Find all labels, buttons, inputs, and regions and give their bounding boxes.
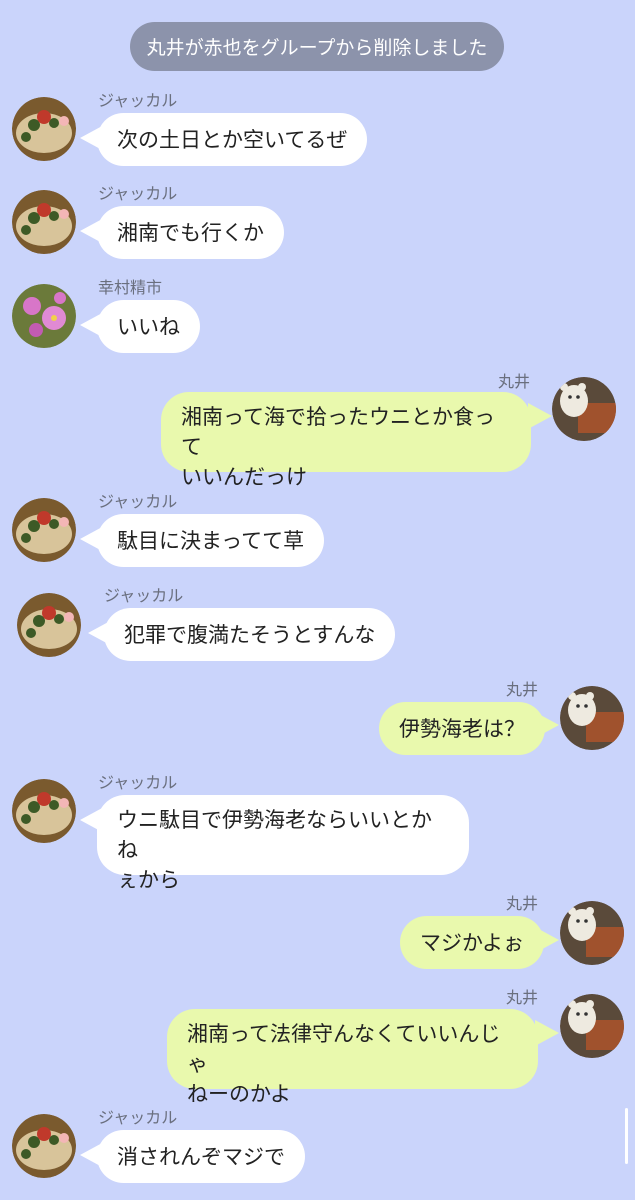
- message-bubble[interactable]: ウニ駄目で伊勢海老ならいいとかね ぇから: [97, 795, 469, 892]
- bubble-tail: [528, 403, 552, 429]
- message-bubble[interactable]: 湘南って海で拾ったウニとか食って いいんだっけ: [161, 392, 531, 489]
- sender-name: ジャッカル: [98, 91, 178, 110]
- message-bubble[interactable]: 湘南って法律守んなくていいんじゃ ねーのかよ: [167, 1009, 538, 1106]
- avatar[interactable]: [12, 779, 76, 843]
- message-bubble[interactable]: 消されんぞマジで: [97, 1130, 305, 1183]
- avatar[interactable]: [560, 901, 624, 965]
- sender-name: 丸井: [498, 372, 531, 391]
- sender-name: 幸村精市: [98, 278, 163, 297]
- message-bubble[interactable]: いいね: [97, 300, 200, 353]
- bubble-tail: [535, 1020, 559, 1046]
- avatar[interactable]: [560, 994, 624, 1058]
- avatar[interactable]: [12, 190, 76, 254]
- message-bubble[interactable]: 犯罪で腹満たそうとすんな: [104, 608, 396, 661]
- sender-name: 丸井: [506, 894, 539, 913]
- system-message: 丸井が赤也をグループから削除しました: [130, 22, 504, 71]
- avatar[interactable]: [12, 284, 76, 348]
- scrollbar[interactable]: [625, 1108, 628, 1164]
- sender-name: ジャッカル: [98, 773, 178, 792]
- sender-name: 丸井: [506, 680, 539, 699]
- avatar[interactable]: [552, 377, 616, 441]
- message-bubble[interactable]: 次の土日とか空いてるぜ: [97, 113, 368, 166]
- sender-name: ジャッカル: [98, 492, 178, 511]
- message-bubble[interactable]: 駄目に決まってて草: [97, 514, 325, 567]
- message-bubble[interactable]: 伊勢海老は？: [379, 702, 545, 755]
- avatar[interactable]: [560, 686, 624, 750]
- sender-name: 丸井: [506, 988, 539, 1007]
- avatar[interactable]: [12, 1114, 76, 1178]
- sender-name: ジャッカル: [104, 586, 184, 605]
- message-bubble[interactable]: 湘南でも行くか: [97, 206, 284, 259]
- message-bubble[interactable]: マジかよぉ: [400, 916, 544, 969]
- avatar[interactable]: [12, 498, 76, 562]
- sender-name: ジャッカル: [98, 1108, 178, 1127]
- sender-name: ジャッカル: [98, 184, 178, 203]
- avatar[interactable]: [12, 97, 76, 161]
- avatar[interactable]: [17, 593, 81, 657]
